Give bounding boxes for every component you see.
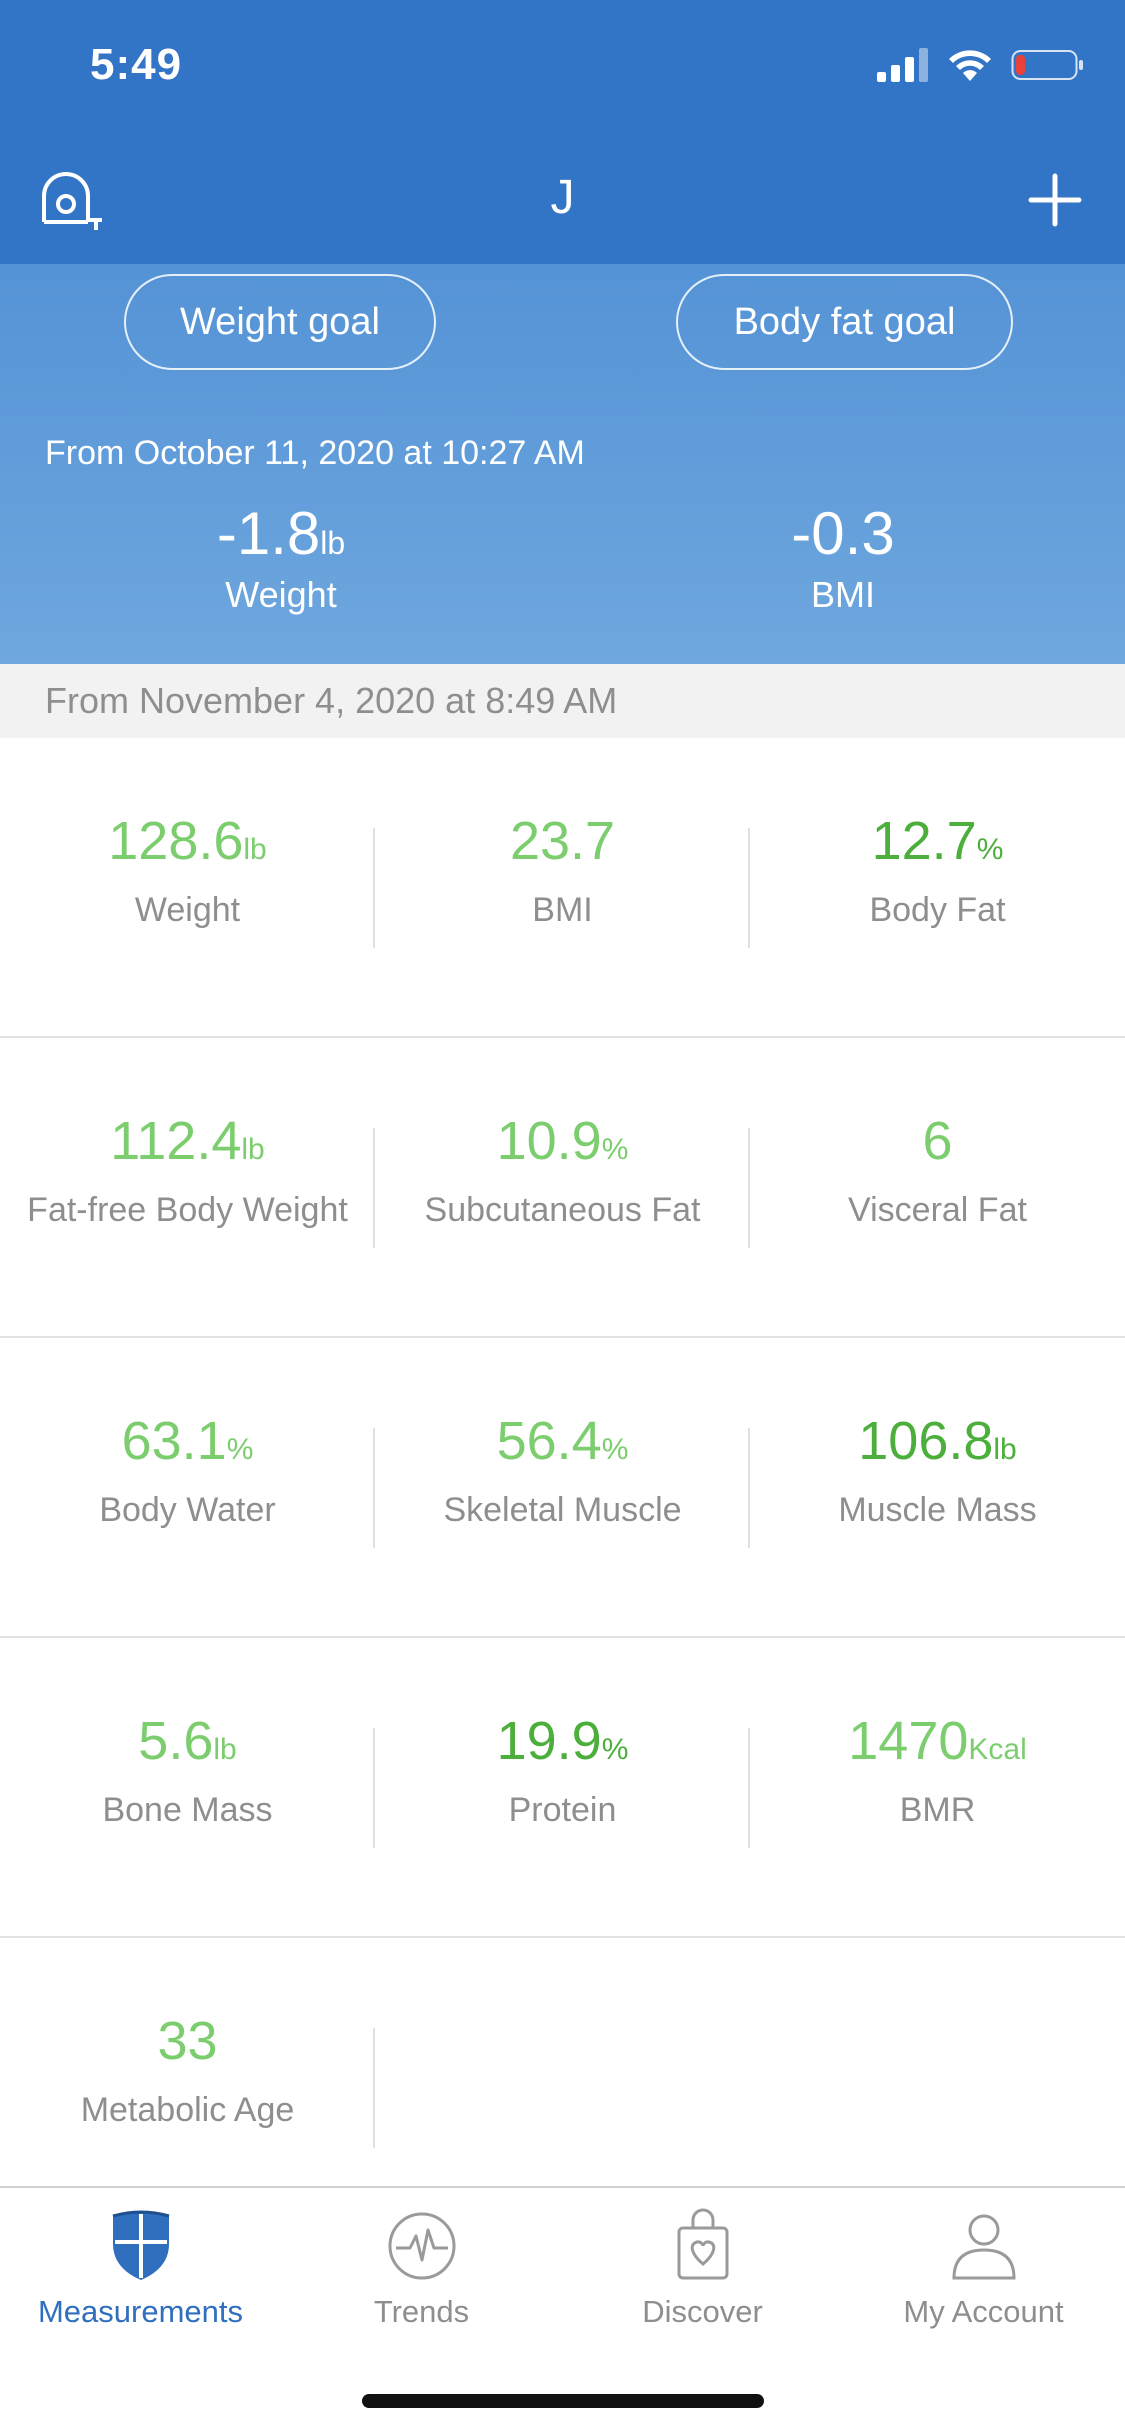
metric-number: 33 [157, 2011, 218, 2071]
measurement-date: From November 4, 2020 at 8:49 AM [0, 664, 1125, 738]
metric-number: 5.6 [138, 1711, 214, 1771]
metric-value: 23.7 [375, 811, 750, 871]
metric-value: 12.7% [750, 811, 1125, 871]
metric-value: 128.6lb [0, 811, 375, 871]
metric-value: 33 [0, 2011, 375, 2071]
metric-value: 112.4lb [0, 1111, 375, 1171]
metric-unit: % [601, 1133, 629, 1166]
metric-number: 12.7 [871, 811, 977, 871]
metrics-row: 5.6lb Bone Mass 19.9% Protein 1470Kcal BMR [0, 1638, 1125, 1938]
metric-tile[interactable]: 12.7% Body Fat [750, 738, 1125, 1036]
metric-label: Muscle Mass [838, 1491, 1037, 1530]
metric-label: Skeletal Muscle [443, 1491, 682, 1530]
metric-tile[interactable]: 1470Kcal BMR [750, 1638, 1125, 1936]
metric-tile[interactable]: 128.6lb Weight [0, 738, 375, 1036]
status-time: 5:49 [90, 40, 183, 89]
metric-label: Body Fat [869, 891, 1006, 930]
metric-value: 63.1% [0, 1411, 375, 1471]
tab-label: Measurements [37, 2294, 244, 2329]
metric-label: BMI [532, 891, 593, 930]
tab-label: Trends [373, 2294, 470, 2329]
metric-number: 56.4 [496, 1411, 602, 1471]
metric-label: Fat-free Body Weight [27, 1191, 348, 1230]
bmi-change-value: -0.3 [791, 500, 895, 567]
wifi-icon [949, 50, 991, 81]
user-name[interactable]: J [0, 170, 1125, 225]
weight-change: -1.8lb Weight [81, 504, 481, 616]
body-fat-goal-button[interactable]: Body fat goal [676, 274, 1013, 370]
metric-value: 5.6lb [0, 1711, 375, 1771]
metric-number: 106.8 [858, 1411, 994, 1471]
metric-unit: % [601, 1433, 629, 1466]
metric-tile[interactable]: 56.4% Skeletal Muscle [375, 1338, 750, 1636]
tab-my-account[interactable]: My Account [843, 2208, 1124, 2330]
bmi-change-label: BMI [810, 574, 875, 615]
metric-value: 1470Kcal [750, 1711, 1125, 1771]
metric-number: 112.4 [110, 1111, 242, 1171]
metric-tile[interactable]: 19.9% Protein [375, 1638, 750, 1936]
metric-number: 19.9 [496, 1711, 602, 1771]
person-icon [951, 2214, 1016, 2280]
metrics-row: 63.1% Body Water 56.4% Skeletal Muscle 106.8… [0, 1338, 1125, 1638]
metric-unit: lb [243, 833, 267, 866]
metric-label: Visceral Fat [848, 1191, 1027, 1230]
metric-number: 1470 [848, 1711, 969, 1771]
metric-unit: % [601, 1733, 629, 1766]
metrics-row: 112.4lb Fat-free Body Weight 10.9% Subcutan… [0, 1038, 1125, 1338]
metric-unit: % [976, 833, 1004, 866]
metric-tile[interactable]: 6 Visceral Fat [750, 1038, 1125, 1336]
signal-icon [877, 48, 928, 82]
metric-tile[interactable]: 5.6lb Bone Mass [0, 1638, 375, 1936]
metric-number: 6 [922, 1111, 953, 1171]
change-from-date: From October 11, 2020 at 10:27 AM [45, 434, 585, 472]
tab-trends[interactable]: Trends [281, 2208, 562, 2330]
pulse-icon [388, 2212, 455, 2280]
metrics-row: 128.6lb Weight 23.7 BMI 12.7% Body Fat [0, 738, 1125, 1038]
app-header: 5:49 J [0, 0, 1125, 264]
metric-unit: Kcal [968, 1733, 1027, 1766]
metric-tile[interactable]: 10.9% Subcutaneous Fat [375, 1038, 750, 1336]
shield-icon [112, 2210, 169, 2280]
metric-label: Subcutaneous Fat [424, 1191, 701, 1230]
weight-change-unit: lb [320, 525, 346, 561]
goal-panel: Weight goal Body fat goal From October 1… [0, 264, 1125, 664]
tab-discover[interactable]: Discover [562, 2208, 843, 2330]
metric-unit: lb [993, 1433, 1017, 1466]
metric-tile[interactable]: 63.1% Body Water [0, 1338, 375, 1636]
metric-tile[interactable]: 23.7 BMI [375, 738, 750, 1036]
weight-change-value: -1.8 [216, 500, 321, 567]
battery-low-icon [1011, 50, 1083, 80]
metric-unit: % [226, 1433, 254, 1466]
metric-value: 10.9% [375, 1111, 750, 1171]
metric-value: 56.4% [375, 1411, 750, 1471]
metric-label: Bone Mass [102, 1791, 273, 1830]
status-icons [877, 48, 1085, 82]
tab-measurements[interactable]: Measurements [0, 2208, 281, 2330]
metric-value: 6 [750, 1111, 1125, 1171]
metric-number: 63.1 [121, 1411, 227, 1471]
metrics-grid: 128.6lb Weight 23.7 BMI 12.7% Body Fat 112.4lb… [0, 738, 1125, 2238]
metric-tile[interactable]: 112.4lb Fat-free Body Weight [0, 1038, 375, 1336]
tab-label: My Account [903, 2294, 1064, 2329]
weight-goal-button[interactable]: Weight goal [124, 274, 436, 370]
metric-label: Weight [134, 891, 241, 930]
metric-label: Metabolic Age [80, 2091, 295, 2130]
metric-unit: lb [213, 1733, 237, 1766]
metric-label: Protein [508, 1791, 617, 1830]
home-indicator [362, 2394, 764, 2408]
metric-value: 19.9% [375, 1711, 750, 1771]
bag-icon [677, 2208, 728, 2280]
metric-label: Body Water [99, 1491, 276, 1530]
metric-number: 23.7 [509, 811, 616, 871]
metric-number: 10.9 [496, 1111, 602, 1171]
metric-label: BMR [899, 1791, 976, 1830]
tab-label: Discover [642, 2294, 763, 2329]
metric-unit: lb [241, 1133, 265, 1166]
bmi-change: -0.3 BMI [643, 504, 1043, 616]
add-icon[interactable] [1025, 170, 1085, 230]
weight-change-label: Weight [225, 574, 337, 615]
metric-value: 106.8lb [750, 1411, 1125, 1471]
metric-number: 128.6 [108, 811, 244, 871]
metric-tile[interactable]: 106.8lb Muscle Mass [750, 1338, 1125, 1636]
